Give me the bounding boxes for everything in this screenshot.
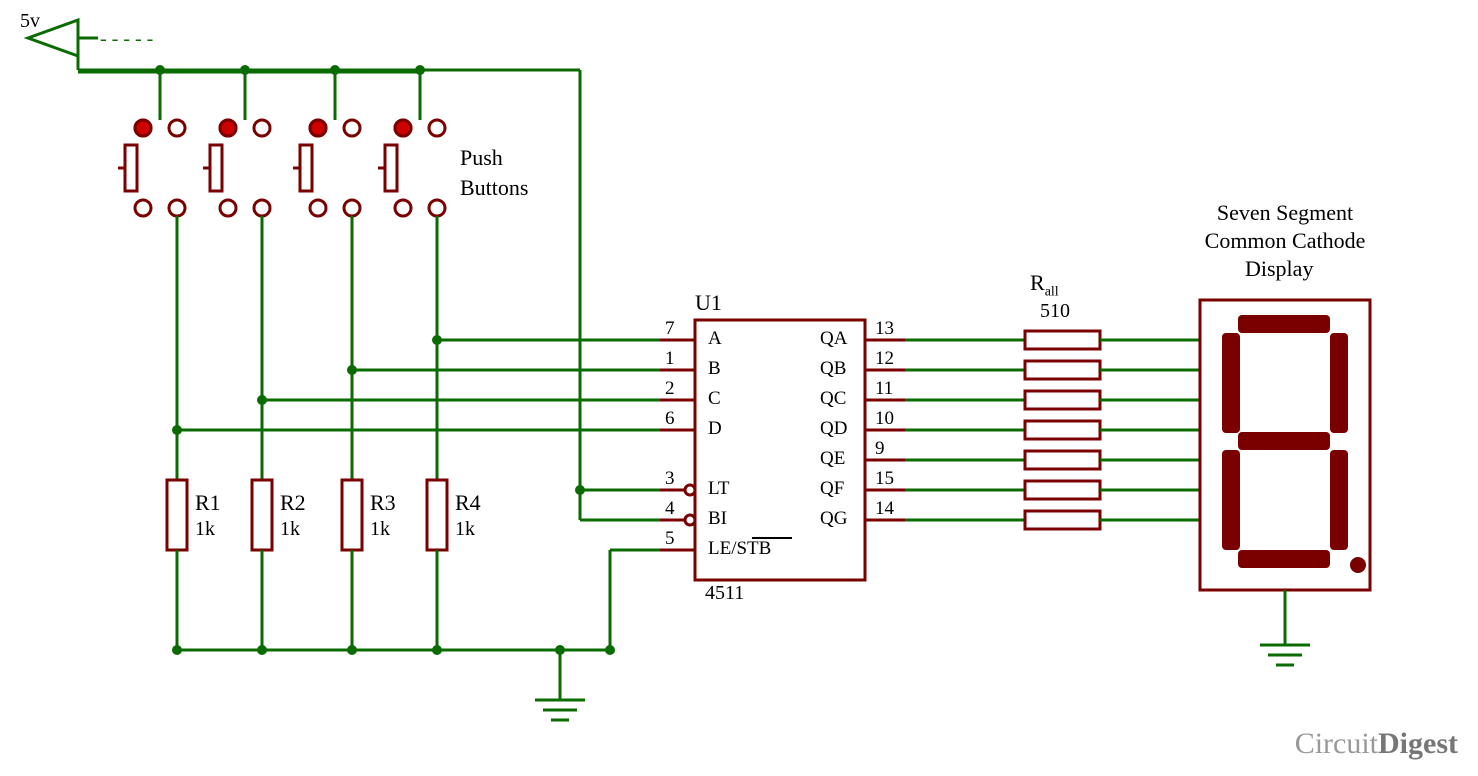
label-rall: Rall bbox=[1030, 270, 1059, 300]
label-r3: R3 bbox=[370, 490, 396, 516]
watermark: CircuitDigest bbox=[1295, 727, 1458, 761]
resistor-r4 bbox=[427, 340, 447, 650]
pin-num-11: 11 bbox=[875, 378, 893, 400]
circuit-diagram: .wire { stroke:#0a6b00; stroke-width:3; … bbox=[0, 0, 1478, 776]
label-r2v: 1k bbox=[280, 518, 300, 541]
label-r1: R1 bbox=[195, 490, 221, 516]
schematic-svg: .wire { stroke:#0a6b00; stroke-width:3; … bbox=[0, 0, 1478, 776]
label-4511: 4511 bbox=[705, 582, 744, 605]
pin-num-13: 13 bbox=[875, 318, 894, 340]
label-disp2: Common Cathode bbox=[1175, 228, 1395, 254]
pin-name-qb: QB bbox=[820, 358, 846, 380]
pin-num-3: 3 bbox=[665, 468, 675, 490]
pin-name-qf: QF bbox=[820, 478, 844, 500]
pin-num-6: 6 bbox=[665, 408, 675, 430]
push-button-1 bbox=[118, 120, 185, 216]
pin-name-b: B bbox=[708, 358, 721, 380]
pin-name-bi: BI bbox=[708, 508, 727, 530]
resistor-bank-rall bbox=[1025, 331, 1100, 529]
seven-segment-display bbox=[1200, 300, 1370, 590]
label-r2: R2 bbox=[280, 490, 306, 516]
resistor-r2 bbox=[252, 400, 272, 650]
label-r4v: 1k bbox=[455, 518, 475, 541]
label-push: Push bbox=[460, 145, 503, 171]
pin-name-lestb: LE/STB bbox=[708, 538, 771, 560]
pin-num-5: 5 bbox=[665, 528, 675, 550]
pin-num-9: 9 bbox=[875, 438, 885, 460]
label-r1v: 1k bbox=[195, 518, 215, 541]
label-u1: U1 bbox=[695, 290, 722, 316]
label-r3v: 1k bbox=[370, 518, 390, 541]
pin-name-qe: QE bbox=[820, 448, 845, 470]
pin-name-a: A bbox=[708, 328, 722, 350]
resistor-r3 bbox=[342, 370, 362, 650]
pin-num-15: 15 bbox=[875, 468, 894, 490]
pin-name-lt: LT bbox=[708, 478, 729, 500]
label-r4: R4 bbox=[455, 490, 481, 516]
label-disp3: Display bbox=[1245, 256, 1313, 282]
label-5v: 5v bbox=[20, 10, 40, 33]
pin-name-qa: QA bbox=[820, 328, 847, 350]
pin-num-7: 7 bbox=[665, 318, 675, 340]
push-button-2 bbox=[203, 120, 270, 216]
pin-num-10: 10 bbox=[875, 408, 894, 430]
label-rall-val: 510 bbox=[1040, 300, 1070, 323]
pin-num-12: 12 bbox=[875, 348, 894, 370]
pin-name-d: D bbox=[708, 418, 722, 440]
label-dash: - - - - - bbox=[100, 28, 153, 51]
pin-name-qd: QD bbox=[820, 418, 847, 440]
pin-num-4: 4 bbox=[665, 498, 675, 520]
label-disp1: Seven Segment bbox=[1190, 200, 1380, 226]
pin-num-1: 1 bbox=[665, 348, 675, 370]
pin-name-qg: QG bbox=[820, 508, 847, 530]
resistor-r1 bbox=[167, 430, 187, 650]
push-button-3 bbox=[293, 120, 360, 216]
pin-name-qc: QC bbox=[820, 388, 846, 410]
label-buttons: Buttons bbox=[460, 175, 528, 201]
pin-num-14: 14 bbox=[875, 498, 894, 520]
pin-name-c: C bbox=[708, 388, 721, 410]
push-button-4 bbox=[378, 120, 445, 216]
pin-num-2: 2 bbox=[665, 378, 675, 400]
